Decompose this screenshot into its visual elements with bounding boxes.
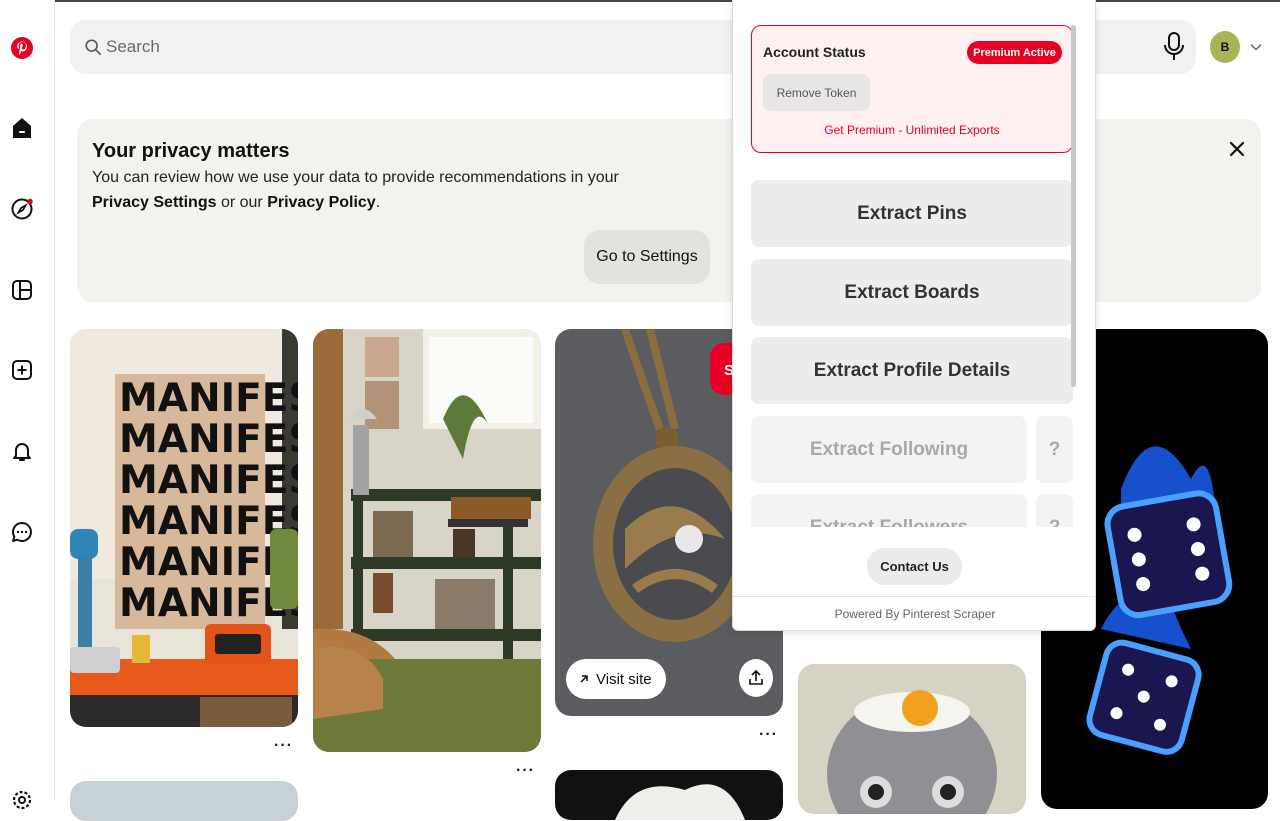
manifest-line-3: MANIFEST [119, 458, 298, 503]
pin-manifest-poster[interactable]: MANIFEST MANIFEST MANIFEST MANIFEST MANI… [70, 329, 298, 727]
search-input[interactable] [106, 34, 726, 60]
pin-more-options-icon[interactable]: ··· [274, 737, 293, 755]
pin-egg-owl[interactable] [798, 664, 1026, 814]
share-upload-icon [749, 669, 763, 685]
premium-status-badge: Premium Active [967, 41, 1062, 64]
left-nav-rail [0, 0, 55, 810]
privacy-title: Your privacy matters [92, 140, 290, 162]
visit-site-button[interactable]: Visit site [566, 659, 666, 699]
contact-us-button[interactable]: Contact Us [867, 548, 962, 585]
scraper-extension-popup: Account Status Premium Active Remove Tok… [732, 0, 1096, 631]
settings-gear-icon[interactable] [8, 786, 36, 814]
search-icon [85, 39, 102, 56]
pin-shelf-room[interactable] [313, 329, 541, 752]
go-to-settings-button[interactable]: Go to Settings [584, 230, 710, 284]
extract-profile-details-button[interactable]: Extract Profile Details [751, 337, 1073, 404]
privacy-policy-link[interactable]: Privacy Policy [267, 194, 376, 211]
microphone-icon[interactable] [1160, 31, 1188, 63]
arrow-up-right-icon [580, 675, 588, 683]
explore-compass-icon[interactable] [8, 195, 36, 223]
privacy-links-line: Privacy Settings or our Privacy Policy. [92, 194, 380, 212]
pin-egg-owl-image [798, 664, 1026, 814]
popup-scrollbar[interactable] [1071, 25, 1076, 387]
chevron-down-icon[interactable] [1249, 40, 1263, 54]
powered-by-footer: Powered By Pinterest Scraper [834, 607, 996, 621]
privacy-or-text: or our [216, 194, 268, 211]
boards-icon[interactable] [8, 276, 36, 304]
pin-manifest-image: MANIFEST MANIFEST MANIFEST MANIFEST MANI… [70, 329, 298, 727]
pin-more-options-icon[interactable]: ··· [759, 726, 778, 744]
extract-boards-button[interactable]: Extract Boards [751, 259, 1073, 326]
privacy-text: You can review how we use your data to p… [92, 169, 619, 186]
create-plus-icon[interactable] [8, 356, 36, 384]
pin-bottom-partial-image [555, 770, 783, 820]
privacy-period: . [375, 194, 381, 211]
extract-following-button[interactable]: Extract Following [751, 416, 1027, 483]
visit-site-label: Visit site [596, 670, 652, 688]
manifest-line-1: MANIFEST [119, 376, 298, 421]
get-premium-link[interactable]: Get Premium - Unlimited Exports [752, 123, 1072, 137]
popup-divider [733, 596, 1095, 597]
extract-followers-button[interactable]: Extract Followers [751, 494, 1027, 527]
privacy-settings-link[interactable]: Privacy Settings [92, 194, 217, 211]
pin-more-options-icon[interactable]: ··· [516, 762, 535, 780]
user-avatar[interactable]: B [1210, 31, 1240, 63]
messages-chat-icon[interactable] [8, 518, 36, 546]
account-status-card: Account Status Premium Active Remove Tok… [751, 25, 1073, 153]
pin-shelf-image [313, 329, 541, 752]
close-icon[interactable] [1226, 138, 1248, 160]
avatar-initial: B [1220, 40, 1230, 54]
pin-bottom-partial-1[interactable] [70, 781, 298, 821]
pin-bottom-partial-2[interactable] [555, 770, 783, 820]
remove-token-button[interactable]: Remove Token [763, 74, 870, 111]
manifest-line-2: MANIFEST [119, 417, 298, 462]
popup-scroll-area[interactable]: Account Status Premium Active Remove Tok… [733, 0, 1095, 527]
followers-help-button[interactable]: ? [1036, 494, 1073, 527]
home-icon[interactable] [8, 114, 36, 142]
pinterest-logo-icon[interactable] [8, 34, 36, 62]
extract-pins-button[interactable]: Extract Pins [751, 180, 1073, 247]
share-button[interactable] [739, 659, 773, 697]
account-status-title: Account Status [763, 44, 866, 60]
following-help-button[interactable]: ? [1036, 416, 1073, 483]
notifications-bell-icon[interactable] [8, 437, 36, 465]
